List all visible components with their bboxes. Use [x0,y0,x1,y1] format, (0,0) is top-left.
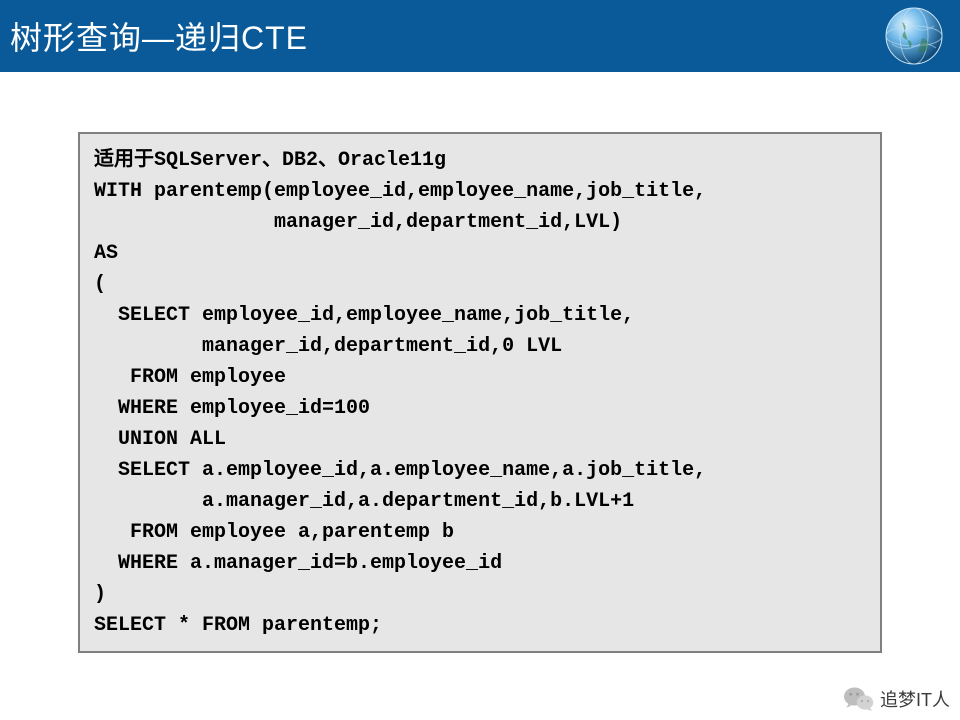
code-line: FROM employee [94,366,286,389]
code-line: WITH parentemp(employee_id,employee_name… [94,180,706,203]
code-line: AS [94,242,118,265]
code-line: UNION ALL [94,428,226,451]
slide-title: 树形查询—递归CTE [10,13,308,59]
code-line: SELECT * FROM parentemp; [94,614,382,637]
code-box: 适用于SQLServer、DB2、Oracle11g WITH parentem… [78,132,882,653]
slide-content: 适用于SQLServer、DB2、Oracle11g WITH parentem… [0,72,960,653]
wechat-icon [844,686,874,712]
code-line: manager_id,department_id,0 LVL [94,335,562,358]
code-line: ( [94,273,106,296]
code-line: manager_id,department_id,LVL) [94,211,622,234]
applies-to-dbs: SQLServer、DB2、Oracle11g [154,149,446,172]
footer-watermark: 追梦IT人 [844,686,950,712]
code-line: WHERE employee_id=100 [94,397,370,420]
slide-header: 树形查询—递归CTE [0,0,960,72]
code-line: ) [94,583,106,606]
code-line: SELECT employee_id,employee_name,job_tit… [94,304,634,327]
footer-brand: 追梦IT人 [880,686,950,712]
code-line: SELECT a.employee_id,a.employee_name,a.j… [94,459,706,482]
code-line: WHERE a.manager_id=b.employee_id [94,552,502,575]
code-line: FROM employee a,parentemp b [94,521,454,544]
applies-to-label: 适用于 [94,148,154,170]
globe-icon [882,4,946,68]
code-line: a.manager_id,a.department_id,b.LVL+1 [94,490,634,513]
